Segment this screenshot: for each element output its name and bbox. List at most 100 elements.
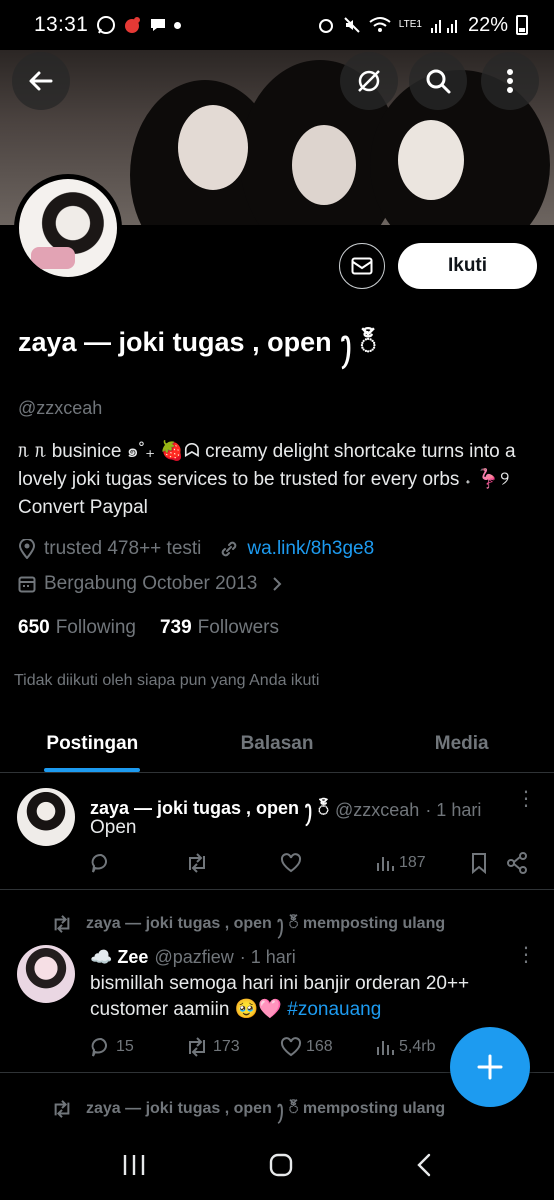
battery-icon: [516, 15, 528, 35]
profile-avatar-image: [19, 179, 117, 277]
followers-count: 739: [159, 617, 192, 638]
post-text: bismillah semoga hari ini banjir orderan…: [90, 971, 510, 1023]
heart-icon: [280, 853, 302, 873]
post-text: Open: [90, 817, 137, 838]
battery-percent: 22%: [467, 13, 508, 36]
followers-stat[interactable]: 739 Followers: [160, 617, 279, 639]
repost-icon: [189, 1037, 205, 1057]
following-count: 650: [18, 617, 50, 638]
back-nav-icon[interactable]: [415, 1152, 433, 1178]
post-text-body: bismillah semoga hari ini banjir orderan…: [90, 973, 470, 1020]
post-avatar[interactable]: [17, 945, 75, 1003]
signal-icon: [430, 20, 457, 33]
share-icon: [507, 852, 527, 874]
post-avatar[interactable]: [17, 788, 75, 846]
reply-count: 15: [116, 1038, 134, 1055]
profile-bio: ᥰ ᥰ businice ๑˚₊ 🍓ᗣ creamy delight short…: [18, 441, 516, 518]
repost-by-text[interactable]: zaya — joki tugas , open ꫂ ၴႅၴ mempostin…: [86, 1092, 445, 1126]
reply-button[interactable]: 15: [90, 1036, 185, 1058]
notification-icons: [96, 15, 182, 35]
post-author-name[interactable]: ☁️ Zee: [90, 947, 148, 968]
more-options-button[interactable]: [481, 52, 539, 110]
compose-post-button[interactable]: [450, 1027, 530, 1107]
tab-postingan[interactable]: Postingan: [0, 715, 185, 772]
banner-face-1: [178, 105, 248, 190]
chevron-right-icon: [273, 577, 282, 591]
whatsapp-icon: [97, 16, 116, 34]
banner-face-3: [398, 120, 464, 200]
post-actions: 187: [90, 852, 530, 874]
post-header: zaya — joki tugas , open ꫂ ၴႅၴ @zzxceah …: [90, 791, 481, 829]
tab-media[interactable]: Media: [369, 715, 554, 772]
tab-balasan[interactable]: Balasan: [185, 715, 370, 772]
repost-by-text[interactable]: zaya — joki tugas , open ꫂ ၴႅၴ mempostin…: [86, 907, 445, 941]
post-hashtag[interactable]: #zonauang: [287, 999, 381, 1020]
app-notification-icon: [125, 17, 141, 33]
following-label: Following: [55, 617, 136, 638]
system-indicators: LTE1 22%: [317, 14, 528, 37]
location-icon: [18, 539, 36, 559]
profile-name: zaya — joki tugas , open ꫂ ၴႅၴ: [18, 327, 377, 357]
link-icon: [222, 541, 237, 557]
repost-count: 173: [213, 1038, 240, 1055]
reply-icon: [91, 1038, 107, 1057]
chat-icon: [151, 19, 166, 31]
post-more-icon[interactable]: ⋮: [516, 789, 536, 809]
post-more-icon[interactable]: ⋮: [516, 945, 536, 965]
profile-link[interactable]: wa.link/8h3ge8: [247, 538, 374, 560]
post-author-handle: @zzxceah: [335, 799, 420, 820]
more-vertical-icon: [507, 69, 513, 93]
reply-button[interactable]: [90, 852, 185, 874]
following-stat[interactable]: 650 Following: [18, 617, 136, 639]
alarm-icon: [318, 19, 333, 33]
repost-icon: [54, 1100, 70, 1118]
bookmark-icon: [472, 853, 486, 874]
repost-button[interactable]: 173: [185, 1036, 280, 1058]
recent-apps-icon[interactable]: [121, 1152, 147, 1178]
mail-icon: [351, 257, 373, 275]
message-button[interactable]: [339, 243, 385, 289]
profile-tabs: Postingan Balasan Media: [0, 715, 554, 773]
profile-avatar[interactable]: [14, 174, 122, 282]
repost-button[interactable]: [185, 852, 280, 874]
profile-location: trusted 478++ testi: [44, 538, 202, 559]
bookmark-button[interactable]: [470, 852, 506, 874]
system-nav-bar: [0, 1130, 554, 1200]
post-time: · 1 hari: [425, 799, 482, 820]
views-icon: [377, 1041, 394, 1055]
not-followed-note: Tidak diikuti oleh siapa pun yang Anda i…: [14, 672, 320, 689]
grok-button[interactable]: [340, 52, 398, 110]
grok-icon: [358, 70, 380, 92]
wifi-icon: [369, 17, 391, 32]
follow-button[interactable]: Ikuti: [398, 243, 537, 289]
views-button[interactable]: 187: [375, 853, 470, 873]
post-time: · 1 hari: [239, 947, 296, 967]
more-notifications-icon: [174, 21, 182, 29]
repost-icon: [54, 915, 70, 933]
views-icon: [377, 857, 394, 871]
repost-indicator: zaya — joki tugas , open ꫂ ၴႅၴ mempostin…: [50, 907, 445, 941]
plus-icon: [477, 1054, 503, 1080]
search-button[interactable]: [409, 52, 467, 110]
share-button[interactable]: [506, 852, 528, 874]
heart-icon: [280, 1037, 302, 1057]
follow-stats: 650 Following 739 Followers: [18, 617, 279, 639]
banner-face-2: [292, 125, 356, 205]
home-icon[interactable]: [268, 1152, 294, 1178]
network-type: LTE1: [398, 19, 422, 30]
status-time: 13:31: [34, 13, 89, 36]
status-bar: 13:31 LTE1 22%: [0, 0, 554, 50]
profile-joined-row[interactable]: Bergabung October 2013: [18, 573, 283, 595]
repost-indicator: zaya — joki tugas , open ꫂ ၴႅၴ mempostin…: [50, 1092, 445, 1126]
back-arrow-icon: [29, 71, 53, 91]
views-count: 187: [399, 854, 426, 871]
like-button[interactable]: 168: [280, 1037, 375, 1057]
post-author-handle: @pazfiew: [154, 947, 234, 967]
like-count: 168: [306, 1038, 333, 1055]
profile-handle: @zzxceah: [18, 398, 103, 418]
reply-icon: [91, 854, 107, 873]
back-button[interactable]: [12, 52, 70, 110]
views-count: 5,4rb: [399, 1038, 436, 1055]
calendar-icon: [18, 576, 36, 593]
like-button[interactable]: [280, 853, 375, 873]
